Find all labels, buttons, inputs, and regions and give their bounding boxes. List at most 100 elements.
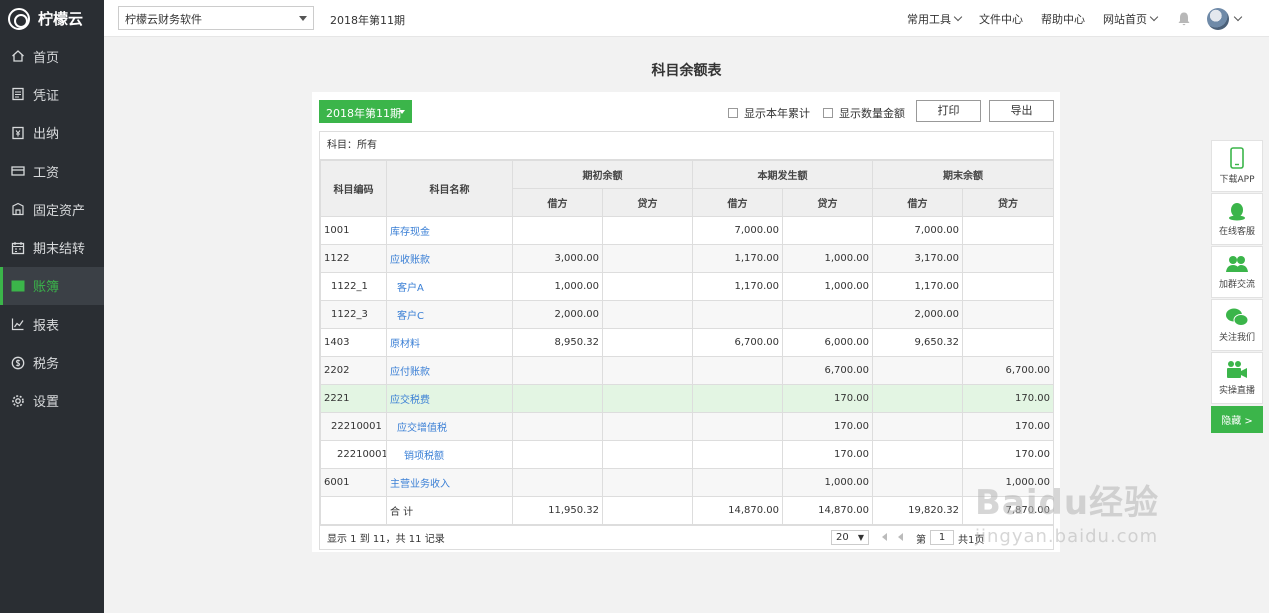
chevron-down-icon[interactable] — [1233, 12, 1243, 21]
sidebar-item-voucher[interactable]: 凭证 — [0, 75, 104, 113]
row-opening-debit — [512, 356, 603, 385]
avatar[interactable] — [1207, 7, 1229, 30]
join-group-button[interactable]: 加群交流 — [1211, 246, 1263, 298]
sidebar-item-cashier[interactable]: 出纳 — [0, 114, 104, 152]
row-name-link[interactable]: 主营业务收入 — [390, 479, 450, 490]
sidebar-item-fixed-assets[interactable]: 固定资产 — [0, 190, 104, 228]
join-group-label: 加群交流 — [1218, 280, 1255, 290]
row-name-link[interactable]: 应交税费 — [390, 395, 430, 406]
row-current-credit: 1,000.00 — [782, 272, 873, 301]
row-closing-credit — [962, 216, 1054, 245]
row-name-link[interactable]: 库存现金 — [390, 227, 430, 238]
export-button[interactable]: 导出 — [989, 100, 1054, 122]
row-code-cell: 1122_1 — [320, 272, 387, 301]
print-button[interactable]: 打印 — [916, 100, 981, 122]
sidebar-item-label: 账簿 — [33, 280, 60, 296]
row-opening-credit — [602, 440, 693, 469]
caret-down-icon — [399, 110, 405, 114]
table-row: 6001 主营业务收入 1,000.00 1,000.00 — [320, 468, 1054, 497]
row-opening-debit — [512, 384, 603, 413]
table-total-row: 合 计 11,950.32 14,870.00 14,870.00 19,820… — [320, 496, 1054, 525]
sidebar-item-label: 出纳 — [33, 127, 60, 143]
row-closing-debit: 2,000.00 — [872, 300, 963, 329]
row-current-credit: 170.00 — [782, 384, 873, 413]
checkbox-box[interactable] — [728, 108, 738, 118]
sidebar-item-home[interactable]: 首页 — [0, 37, 104, 75]
checkbox-box[interactable] — [823, 108, 833, 118]
pagination-summary: 显示 1 到 11，共 11 记录 — [327, 534, 445, 545]
row-name-link[interactable]: 原材料 — [390, 339, 420, 350]
sidebar-item-label: 固定资产 — [33, 203, 86, 219]
year-total-label: 显示本年累计 — [744, 107, 810, 120]
online-service-label: 在线客服 — [1218, 227, 1255, 237]
help-center-label: 帮助中心 — [1041, 12, 1085, 26]
row-closing-credit — [962, 328, 1054, 357]
common-tools-menu[interactable]: 常用工具 — [907, 11, 963, 27]
follow-us-button[interactable]: 关注我们 — [1211, 299, 1263, 351]
col-header-credit: 贷方 — [962, 188, 1054, 217]
website-home-menu[interactable]: 网站首页 — [1103, 11, 1159, 27]
year-total-checkbox[interactable]: 显示本年累计 — [728, 105, 810, 121]
top-links: 常用工具 文件中心 帮助中心 网站首页 — [889, 0, 1243, 37]
qty-amount-checkbox[interactable]: 显示数量金额 — [823, 105, 905, 121]
sidebar-item-period-end[interactable]: 期末结转 — [0, 228, 104, 266]
qty-amount-label: 显示数量金额 — [839, 107, 905, 120]
video-camera-icon — [1227, 361, 1247, 378]
hide-float-bar-button[interactable]: 隐藏 > — [1211, 406, 1263, 433]
row-current-debit: 6,700.00 — [692, 328, 783, 357]
row-closing-debit: 3,170.00 — [872, 244, 963, 273]
page-size-select[interactable]: 20 ▼ — [831, 530, 869, 545]
sidebar-item-ledger[interactable]: 账簿 — [0, 266, 104, 306]
row-opening-credit — [602, 300, 693, 329]
row-name-link[interactable]: 应付账款 — [390, 367, 430, 378]
row-opening-credit — [602, 216, 693, 245]
row-code-cell: 1122 — [320, 244, 387, 273]
current-period: 2018年第11期 — [330, 14, 405, 27]
row-closing-debit: 1,170.00 — [872, 272, 963, 301]
sidebar-item-salary[interactable]: 工资 — [0, 152, 104, 190]
period-select-button[interactable]: 2018年第11期 — [319, 100, 412, 123]
online-service-button[interactable]: 在线客服 — [1211, 193, 1263, 245]
caret-down-icon: ▼ — [857, 533, 864, 542]
row-opening-credit — [602, 328, 693, 357]
tax-icon — [11, 356, 25, 370]
download-app-button[interactable]: 下载APP — [1211, 140, 1263, 192]
row-name-link[interactable]: 销项税额 — [390, 451, 444, 462]
row-name-link[interactable]: 应交增值税 — [390, 423, 447, 434]
company-select[interactable]: 柠檬云财务软件 — [118, 6, 314, 30]
row-name-link[interactable]: 客户A — [390, 283, 424, 294]
right-float-bar: 下载APP 在线客服 加群交流 关注我们 实操直播 隐藏 > — [1211, 140, 1263, 433]
home-icon — [11, 49, 25, 63]
row-opening-credit — [602, 384, 693, 413]
file-center-link[interactable]: 文件中心 — [979, 11, 1023, 27]
row-name-link[interactable]: 客户C — [390, 311, 424, 322]
row-current-credit — [782, 300, 873, 329]
row-opening-debit — [512, 412, 603, 441]
row-current-debit — [692, 440, 783, 469]
first-page-icon[interactable] — [882, 533, 887, 541]
row-opening-debit: 1,000.00 — [512, 272, 603, 301]
fixed-assets-icon — [11, 202, 25, 216]
prev-page-icon[interactable] — [898, 533, 903, 541]
sidebar-item-label: 设置 — [33, 395, 60, 411]
total-opening-debit: 11,950.32 — [512, 496, 603, 525]
salary-icon — [11, 164, 25, 178]
live-button[interactable]: 实操直播 — [1211, 352, 1263, 404]
sidebar-item-settings[interactable]: 设置 — [0, 382, 104, 420]
row-name-cell: 客户C — [386, 300, 513, 329]
watermark-brand: Baidu经验 — [975, 483, 1160, 523]
row-current-credit: 1,000.00 — [782, 468, 873, 497]
help-center-link[interactable]: 帮助中心 — [1041, 11, 1085, 27]
row-code-cell: 2202 — [320, 356, 387, 385]
sidebar-item-reports[interactable]: 报表 — [0, 305, 104, 343]
row-current-credit: 170.00 — [782, 412, 873, 441]
col-header-current: 本期发生额 — [692, 160, 873, 189]
page-number-input[interactable]: 1 — [930, 530, 954, 545]
app-logo[interactable]: 柠檬云 — [0, 0, 104, 37]
row-name-link[interactable]: 应收账款 — [390, 255, 430, 266]
bell-icon[interactable] — [1177, 11, 1191, 27]
row-current-debit — [692, 468, 783, 497]
sidebar-item-tax[interactable]: 税务 — [0, 343, 104, 381]
row-code-cell: 1001 — [320, 216, 387, 245]
row-closing-debit: 7,000.00 — [872, 216, 963, 245]
